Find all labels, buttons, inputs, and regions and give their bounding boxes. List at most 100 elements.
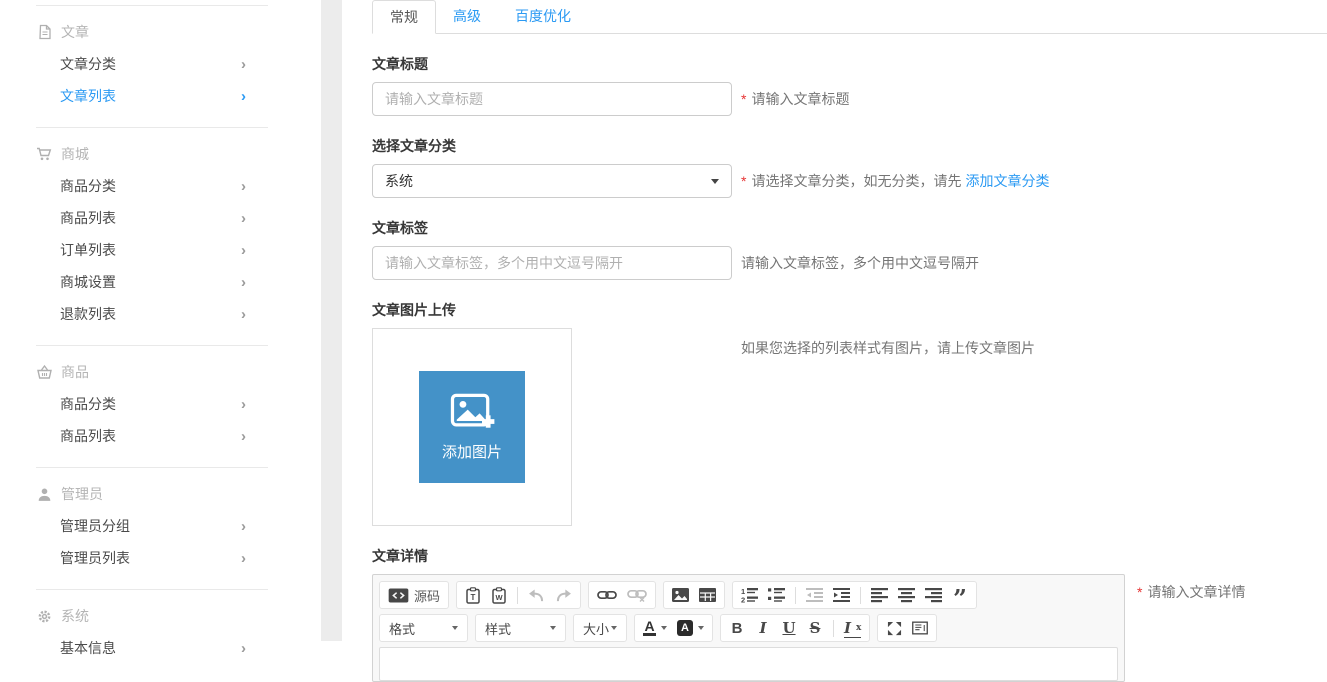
article-title-input[interactable]	[372, 82, 732, 116]
sidebar-item-label: 商品列表	[60, 208, 116, 228]
divider	[36, 589, 268, 590]
sidebar-item-admin-list[interactable]: 管理员列表 ›	[0, 542, 321, 574]
maximize-icon	[887, 621, 902, 636]
cart-icon	[36, 146, 53, 163]
bold-button[interactable]: B	[729, 619, 745, 637]
sidebar-item-product-categories[interactable]: 商品分类 ›	[0, 388, 321, 420]
sidebar-item-basic-info[interactable]: 基本信息 ›	[0, 632, 321, 664]
strikethrough-button[interactable]: S	[807, 619, 823, 637]
indent-button[interactable]	[833, 586, 850, 604]
chevron-down-icon	[661, 626, 667, 630]
tab-advanced[interactable]: 高级	[436, 0, 498, 33]
hint-text: 请选择文章分类，如无分类，请先	[751, 173, 961, 189]
field-article-category: 选择文章分类 系统 * 请选择文章分类，如无分类，请先添加文章分类	[372, 136, 1327, 198]
field-hint: * 请选择文章分类，如无分类，请先添加文章分类	[741, 171, 1049, 191]
maximize-button[interactable]	[886, 619, 902, 637]
required-asterisk: *	[741, 173, 746, 189]
sidebar-item-label: 商品分类	[60, 176, 116, 196]
sidebar-group-label: 商城	[61, 144, 89, 164]
toolbar-separator	[833, 620, 834, 637]
sidebar-item-refund-list[interactable]: 退款列表 ›	[0, 298, 321, 330]
underline-button[interactable]: U	[781, 619, 797, 637]
field-article-image: 文章图片上传 添加图片 如果您选择的列表样	[372, 300, 1327, 526]
chevron-right-icon: ›	[241, 178, 246, 195]
redo-button[interactable]	[555, 586, 572, 604]
toolbar-group-insert	[663, 581, 725, 609]
paste-text-button[interactable]: T	[465, 586, 481, 604]
image-upload-dropzone[interactable]: 添加图片	[372, 328, 572, 526]
tab-baidu-seo[interactable]: 百度优化	[498, 0, 588, 33]
field-hint: 请输入文章标签，多个用中文逗号隔开	[741, 253, 979, 273]
hint-text: 请输入文章标签，多个用中文逗号隔开	[741, 255, 979, 271]
editor-content-area[interactable]	[379, 647, 1118, 681]
add-image-button[interactable]: 添加图片	[419, 371, 525, 483]
toolbar-group-clipboard: T W	[456, 581, 581, 609]
unlink-button[interactable]	[627, 586, 647, 604]
sidebar-item-goods-categories[interactable]: 商品分类 ›	[0, 170, 321, 202]
show-blocks-button[interactable]	[912, 619, 928, 637]
file-text-icon	[36, 24, 53, 41]
sidebar-scrollbar[interactable]	[321, 0, 342, 641]
styles-select[interactable]: 样式	[475, 614, 566, 642]
outdent-button[interactable]	[806, 586, 823, 604]
field-label: 选择文章分类	[372, 136, 1327, 156]
sidebar-section-mall: 商城 商品分类 › 商品列表 › 订单列表 › 商城设置 › 退款列表 ›	[0, 127, 321, 345]
sidebar-item-article-list[interactable]: 文章列表 ›	[0, 80, 321, 112]
italic-button[interactable]: I	[755, 619, 771, 637]
divider	[36, 345, 268, 346]
sidebar-item-order-list[interactable]: 订单列表 ›	[0, 234, 321, 266]
format-select[interactable]: 格式	[379, 614, 468, 642]
svg-text:2: 2	[741, 596, 745, 604]
toolbar-group-colors: A A	[634, 614, 713, 642]
source-code-button[interactable]: 源码	[388, 586, 440, 604]
paste-text-icon: T	[466, 587, 480, 604]
add-category-link[interactable]: 添加文章分类	[965, 173, 1049, 189]
toolbar-group-paragraph: 1 2	[732, 581, 977, 609]
required-asterisk: *	[741, 91, 746, 107]
blockquote-button[interactable]: ”	[952, 582, 968, 608]
toolbar-group-links	[588, 581, 656, 609]
tab-general[interactable]: 常规	[372, 0, 436, 34]
link-button[interactable]	[597, 586, 617, 604]
sidebar-item-admin-groups[interactable]: 管理员分组 ›	[0, 510, 321, 542]
article-category-select[interactable]: 系统	[372, 164, 732, 198]
divider	[36, 5, 268, 6]
align-right-button[interactable]	[925, 586, 942, 604]
paste-word-button[interactable]: W	[491, 586, 507, 604]
source-code-label: 源码	[414, 586, 440, 605]
rich-text-editor: 源码 T	[372, 574, 1125, 682]
sidebar-item-label: 商品列表	[60, 426, 116, 446]
size-select[interactable]: 大小	[573, 614, 627, 642]
insert-image-button[interactable]	[672, 586, 689, 604]
divider	[36, 467, 268, 468]
text-color-button[interactable]: A	[643, 619, 667, 637]
sidebar-item-goods-list[interactable]: 商品列表 ›	[0, 202, 321, 234]
sidebar-item-article-categories[interactable]: 文章分类 ›	[0, 48, 321, 80]
article-tags-input[interactable]	[372, 246, 732, 280]
chevron-down-icon	[698, 626, 704, 630]
align-center-button[interactable]	[898, 586, 915, 604]
sidebar-item-product-list[interactable]: 商品列表 ›	[0, 420, 321, 452]
source-code-icon	[388, 588, 409, 603]
image-plus-icon	[449, 392, 495, 432]
tab-bar: 常规 高级 百度优化	[372, 0, 1327, 34]
basket-icon	[36, 364, 53, 381]
user-icon	[36, 486, 53, 503]
insert-table-button[interactable]	[699, 586, 716, 604]
sidebar-item-mall-settings[interactable]: 商城设置 ›	[0, 266, 321, 298]
redo-icon	[555, 589, 572, 602]
remove-format-button[interactable]: Ix	[844, 619, 861, 638]
bulleted-list-button[interactable]	[768, 586, 785, 604]
link-icon	[597, 589, 617, 601]
field-article-title: 文章标题 *请输入文章标题	[372, 54, 1327, 116]
align-left-button[interactable]	[871, 586, 888, 604]
editor-toolbar-row-2: 格式 样式 大小	[379, 614, 1118, 642]
field-label: 文章标签	[372, 218, 1327, 238]
numbered-list-button[interactable]: 1 2	[741, 586, 758, 604]
text-color-icon: A	[643, 620, 656, 636]
sidebar-group-label: 文章	[61, 22, 89, 42]
undo-button[interactable]	[528, 586, 545, 604]
add-image-label: 添加图片	[442, 441, 502, 462]
toolbar-group-source: 源码	[379, 581, 449, 609]
background-color-button[interactable]: A	[677, 619, 704, 637]
